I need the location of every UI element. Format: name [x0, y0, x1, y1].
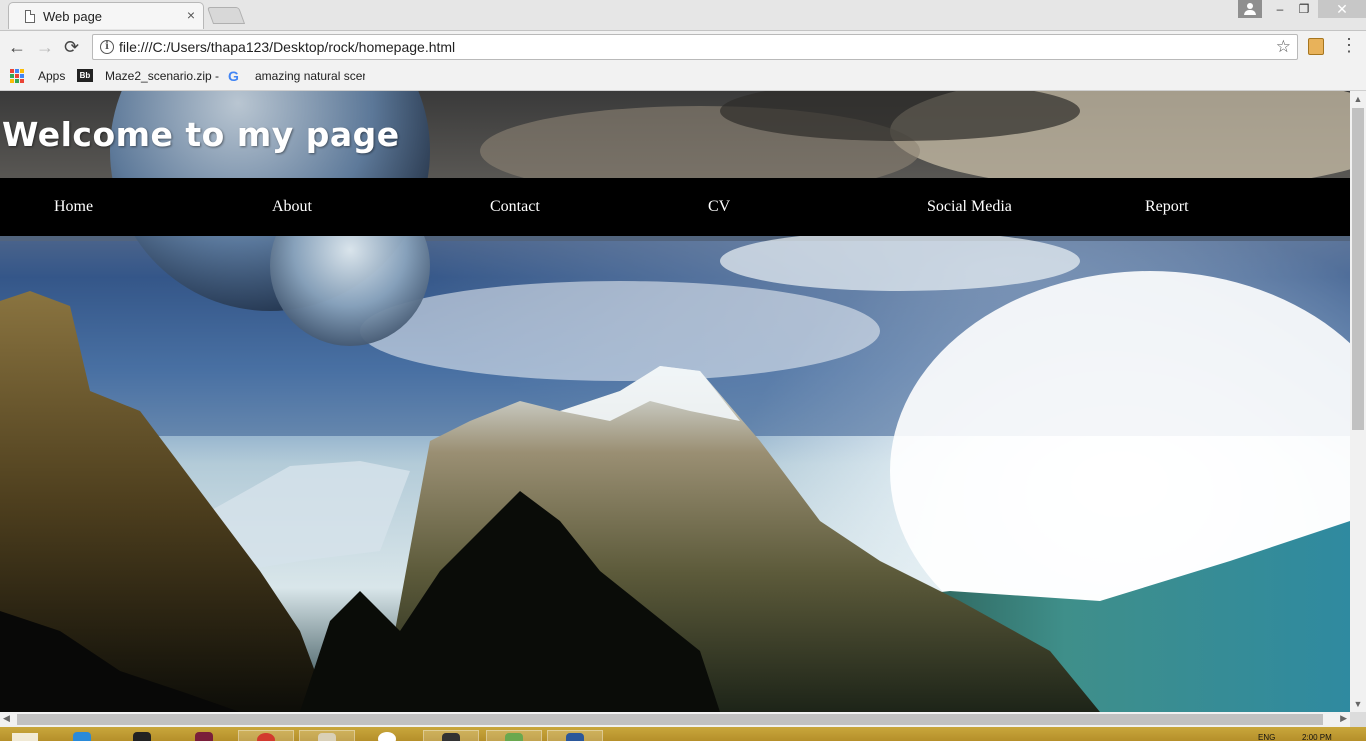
app-icon — [318, 733, 336, 741]
internet-explorer-icon — [73, 732, 91, 741]
address-bar[interactable]: i file:///C:/Users/thapa123/Desktop/rock… — [92, 34, 1298, 60]
bookmark-apps[interactable]: Apps — [38, 69, 65, 83]
new-tab-button[interactable] — [206, 7, 246, 24]
app-icon — [378, 732, 396, 741]
windows-start-icon[interactable] — [12, 733, 38, 741]
menu-icon[interactable]: ⋮ — [1340, 35, 1358, 56]
apps-grid-icon[interactable] — [10, 69, 24, 83]
taskbar-app-7[interactable] — [423, 730, 479, 741]
nav-link-cv[interactable]: CV — [708, 198, 730, 216]
blackboard-icon: Bb — [77, 69, 93, 82]
clock[interactable]: 2:00 PM — [1302, 733, 1332, 741]
nav-link-about[interactable]: About — [272, 198, 312, 216]
scroll-right-arrow-icon[interactable]: ▶ — [1340, 713, 1347, 724]
scroll-down-arrow-icon[interactable]: ▼ — [1350, 699, 1366, 709]
nav-link-contact[interactable]: Contact — [490, 198, 540, 216]
bookmark-star-icon[interactable]: ☆ — [1276, 37, 1291, 57]
nav-link-report[interactable]: Report — [1145, 198, 1189, 216]
app-icon — [442, 733, 460, 741]
word-icon — [566, 733, 584, 741]
app-icon — [195, 732, 213, 741]
reload-icon[interactable]: ⟳ — [64, 36, 79, 58]
language-indicator[interactable]: ENG — [1258, 733, 1275, 741]
bookmark-maze2[interactable]: Maze2_scenario.zip - — [105, 69, 219, 83]
document-icon — [25, 10, 35, 23]
bookmark-amazing-natural[interactable]: amazing natural scer — [255, 69, 365, 83]
maximize-button[interactable]: ❐ — [1290, 0, 1318, 18]
forward-arrow-icon[interactable]: → — [36, 36, 54, 58]
app-icon — [133, 732, 151, 741]
page-viewport: Welcome to my page Home About Contact CV… — [0, 91, 1350, 712]
app-icon — [505, 733, 523, 741]
chrome-icon — [257, 733, 275, 741]
back-arrow-icon[interactable]: ← — [8, 36, 26, 58]
horizontal-scroll-thumb[interactable] — [17, 714, 1323, 725]
taskbar-app-5[interactable] — [299, 730, 355, 741]
taskbar-app-6[interactable] — [360, 730, 416, 741]
browser-tab[interactable]: Web page × — [8, 2, 204, 29]
bookmarks-bar: Apps Bb Maze2_scenario.zip - G amazing n… — [0, 63, 1366, 91]
taskbar-app-8[interactable] — [486, 730, 542, 741]
nav-link-social-media[interactable]: Social Media — [927, 198, 1012, 216]
user-profile-icon[interactable] — [1238, 0, 1262, 18]
url-text[interactable]: file:///C:/Users/thapa123/Desktop/rock/h… — [119, 39, 455, 55]
google-icon: G — [228, 68, 239, 84]
page-title: Welcome to my page — [2, 115, 400, 154]
taskbar-chrome[interactable] — [238, 730, 294, 741]
taskbar-app-3[interactable] — [177, 730, 233, 741]
nav-link-home[interactable]: Home — [54, 198, 93, 216]
tab-close-button[interactable]: × — [187, 7, 195, 23]
tab-title: Web page — [43, 9, 103, 24]
taskbar-word[interactable] — [547, 730, 603, 741]
taskbar-app-2[interactable] — [115, 730, 171, 741]
scroll-up-arrow-icon[interactable]: ▲ — [1350, 94, 1366, 104]
info-icon[interactable]: i — [100, 40, 114, 54]
site-nav-bar: Home About Contact CV Social Media Repor… — [0, 178, 1350, 236]
extension-icon[interactable] — [1308, 38, 1324, 55]
taskbar-ie[interactable] — [55, 730, 111, 741]
vertical-scroll-thumb[interactable] — [1352, 108, 1364, 430]
windows-taskbar: ENG 2:00 PM — [0, 727, 1366, 741]
browser-toolbar: ← → ⟳ i file:///C:/Users/thapa123/Deskto… — [0, 31, 1366, 63]
tab-strip: Web page × – ❐ ✕ — [0, 0, 1366, 31]
close-window-button[interactable]: ✕ — [1318, 0, 1366, 18]
vertical-scrollbar[interactable]: ▲ ▼ — [1350, 91, 1366, 712]
horizontal-scrollbar[interactable]: ◀ ▶ — [0, 712, 1350, 727]
scroll-corner — [1350, 712, 1366, 727]
scroll-left-arrow-icon[interactable]: ◀ — [3, 713, 10, 724]
